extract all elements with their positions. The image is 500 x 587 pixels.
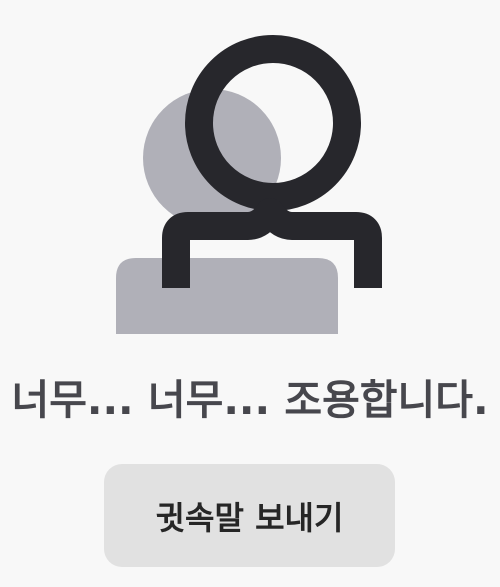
send-whisper-label: 귓속말 보내기 (155, 498, 344, 537)
empty-people-icon (116, 35, 382, 334)
send-whisper-button[interactable]: 귓속말 보내기 (104, 464, 395, 567)
empty-message: 너무... 너무... 조용합니다. (11, 376, 489, 424)
back-person-shape (116, 89, 338, 334)
